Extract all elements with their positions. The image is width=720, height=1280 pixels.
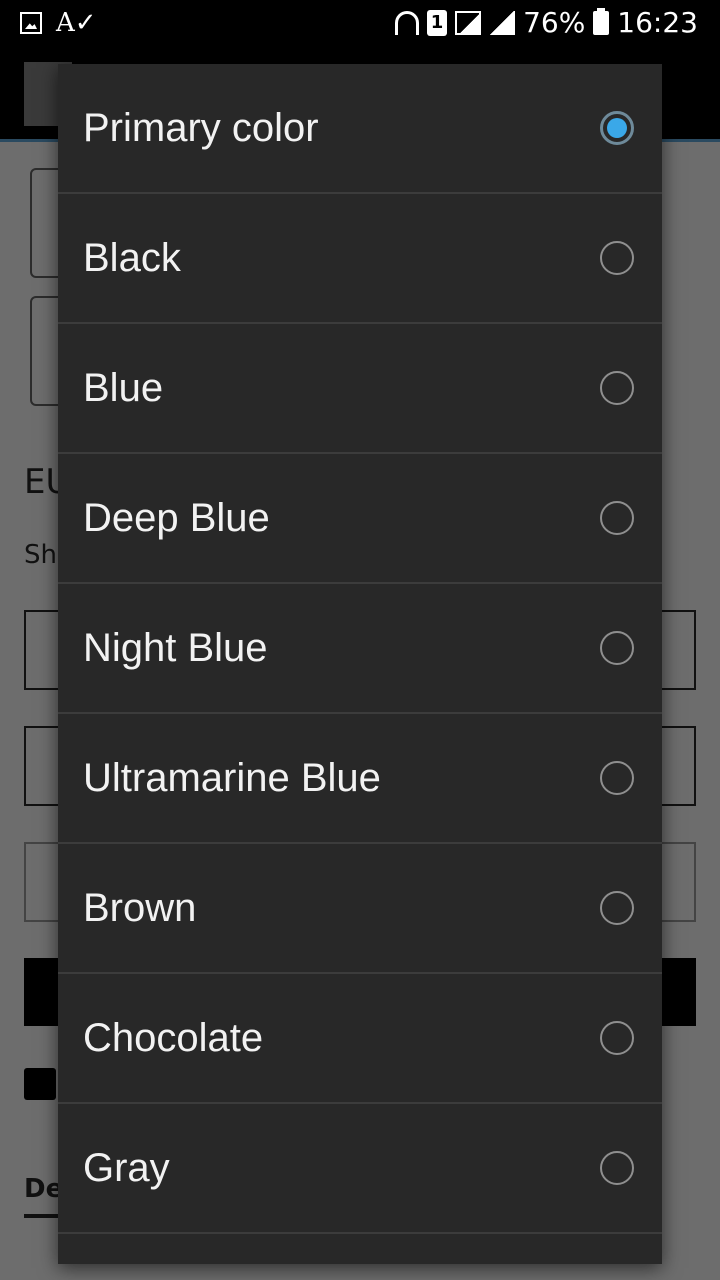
radio-icon[interactable] [600,501,634,535]
option-label: Brown [83,886,197,930]
wifi-icon [395,10,420,35]
sim-icon: 1 [427,9,448,36]
radio-icon[interactable] [600,241,634,275]
option-chocolate[interactable]: Chocolate [58,974,662,1104]
clock: 16:23 [617,6,698,39]
option-gray[interactable]: Gray [58,1104,662,1234]
option-deep-blue[interactable]: Deep Blue [58,454,662,584]
option-brown[interactable]: Brown [58,844,662,974]
option-label: Deep Blue [83,496,270,540]
radio-icon[interactable] [600,631,634,665]
option-label: Ultramarine Blue [83,756,381,800]
color-picker-dialog: Primary color Black Blue Deep Blue Night… [58,64,662,1264]
radio-icon[interactable] [600,891,634,925]
radio-selected-icon[interactable] [600,111,634,145]
option-black[interactable]: Black [58,194,662,324]
option-label: Gray [83,1146,170,1190]
image-icon [20,12,42,34]
option-label: Primary color [83,106,319,150]
option-primary-color[interactable]: Primary color [58,64,662,194]
radio-icon[interactable] [600,1021,634,1055]
status-bar: A✓ 1 76% 16:23 [0,0,720,48]
radio-icon[interactable] [600,761,634,795]
battery-percent: 76% [523,6,586,39]
option-label: Blue [83,366,164,410]
option-label: Chocolate [83,1016,264,1060]
signal-icon [489,10,516,35]
option-label: Night Blue [83,626,268,670]
facebook-icon[interactable] [24,1068,56,1100]
battery-icon [593,7,610,35]
radio-icon[interactable] [600,371,634,405]
option-blue[interactable]: Blue [58,324,662,454]
option-ultramarine-blue[interactable]: Ultramarine Blue [58,714,662,844]
radio-icon[interactable] [600,1151,634,1185]
option-label: Black [83,236,181,280]
signal-icon [455,10,482,35]
spellcheck-icon: A✓ [56,8,97,38]
option-night-blue[interactable]: Night Blue [58,584,662,714]
